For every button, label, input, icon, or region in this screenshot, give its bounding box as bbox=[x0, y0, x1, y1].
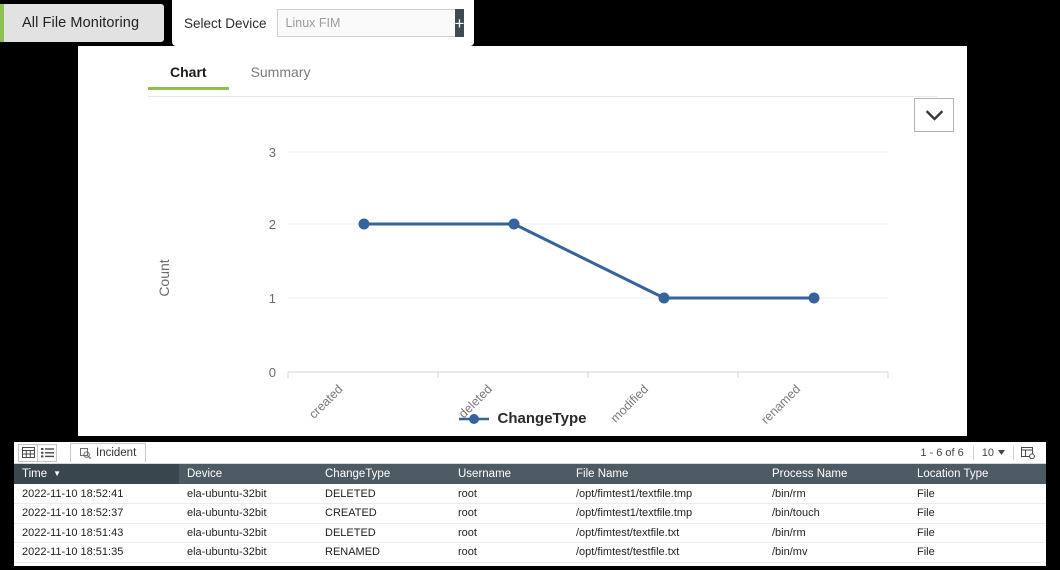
cell-filename: /opt/fimtest/textfile.txt bbox=[568, 523, 764, 543]
add-device-button[interactable]: + bbox=[455, 9, 465, 37]
chart-panel: Chart Summary Count bbox=[78, 46, 967, 436]
sort-desc-icon: ▼ bbox=[53, 469, 61, 478]
table-header-row: Time ▼ Device ChangeType Username File Na… bbox=[14, 464, 1046, 484]
cell-filename: /opt/fimtest1/textfile.tmp bbox=[568, 504, 764, 524]
chart-legend: ChangeType bbox=[78, 410, 967, 427]
device-selector-card: Select Device + bbox=[172, 0, 474, 46]
cell-processname: /bin/rm bbox=[764, 484, 909, 504]
incident-table: Time ▼ Device ChangeType Username File Na… bbox=[14, 464, 1046, 563]
cell-locationtype: File bbox=[909, 484, 1046, 504]
column-header-time[interactable]: Time ▼ bbox=[14, 464, 179, 484]
cell-device: ela-ubuntu-32bit bbox=[179, 504, 317, 524]
legend-label-changetype[interactable]: ChangeType bbox=[498, 410, 587, 427]
table-row[interactable]: 2022-11-10 18:51:43 ela-ubuntu-32bit DEL… bbox=[14, 523, 1046, 543]
legend-marker-icon bbox=[459, 413, 489, 425]
line-chart-svg: 3 2 1 0 bbox=[78, 92, 967, 392]
cell-device: ela-ubuntu-32bit bbox=[179, 484, 317, 504]
svg-text:1: 1 bbox=[269, 291, 276, 306]
cell-changetype: CREATED bbox=[317, 504, 450, 524]
results-grid: Incident 1 - 6 of 6 10 bbox=[14, 442, 1046, 566]
module-tab-accent bbox=[0, 4, 4, 42]
cell-time: 2022-11-10 18:51:35 bbox=[14, 543, 179, 563]
chart-series-line bbox=[364, 224, 814, 298]
cell-device: ela-ubuntu-32bit bbox=[179, 543, 317, 563]
cell-username: root bbox=[450, 504, 568, 524]
table-header: Time ▼ Device ChangeType Username File Na… bbox=[14, 464, 1046, 484]
column-header-time-label: Time bbox=[22, 468, 47, 480]
grid-tab-incident[interactable]: Incident bbox=[70, 443, 146, 462]
table-row[interactable]: 2022-11-10 18:51:35 ela-ubuntu-32bit REN… bbox=[14, 543, 1046, 563]
module-tab-all-file-monitoring[interactable]: All File Monitoring bbox=[0, 4, 164, 42]
svg-text:2: 2 bbox=[269, 217, 276, 232]
table-row[interactable]: 2022-11-10 18:52:37 ela-ubuntu-32bit CRE… bbox=[14, 504, 1046, 524]
column-header-username[interactable]: Username bbox=[450, 464, 568, 484]
column-header-device[interactable]: Device bbox=[179, 464, 317, 484]
record-count-label: 1 - 6 of 6 bbox=[911, 447, 972, 459]
cell-changetype: DELETED bbox=[317, 523, 450, 543]
select-device-label: Select Device bbox=[184, 16, 267, 31]
tab-summary[interactable]: Summary bbox=[229, 60, 333, 90]
cell-username: root bbox=[450, 523, 568, 543]
cell-time: 2022-11-10 18:51:43 bbox=[14, 523, 179, 543]
grid-view-button[interactable] bbox=[18, 444, 38, 462]
cell-locationtype: File bbox=[909, 543, 1046, 563]
cell-username: root bbox=[450, 484, 568, 504]
cell-changetype: RENAMED bbox=[317, 543, 450, 563]
cell-device: ela-ubuntu-32bit bbox=[179, 523, 317, 543]
module-tab-label: All File Monitoring bbox=[0, 15, 139, 31]
cell-processname: /bin/rm bbox=[764, 523, 909, 543]
column-header-changetype[interactable]: ChangeType bbox=[317, 464, 450, 484]
chart-y-axis-label: Count bbox=[156, 259, 172, 296]
svg-text:3: 3 bbox=[269, 145, 276, 160]
chart-y-tick-labels: 3 2 1 0 bbox=[269, 145, 276, 380]
chart-area: Count 3 2 1 bbox=[78, 92, 967, 436]
cell-filename: /opt/fimtest/testfile.txt bbox=[568, 543, 764, 563]
incident-search-icon bbox=[80, 448, 91, 459]
cell-processname: /bin/mv bbox=[764, 543, 909, 563]
caret-down-icon bbox=[998, 450, 1005, 455]
chart-axis bbox=[288, 372, 888, 378]
grid-toolbar: Incident 1 - 6 of 6 10 bbox=[14, 442, 1046, 464]
tab-chart[interactable]: Chart bbox=[148, 60, 229, 90]
plus-icon: + bbox=[455, 15, 465, 32]
grid-tab-incident-label: Incident bbox=[96, 447, 136, 459]
device-select-input[interactable] bbox=[277, 9, 455, 37]
grid-view-icon bbox=[22, 447, 35, 458]
cell-username: root bbox=[450, 543, 568, 563]
cell-time: 2022-11-10 18:52:41 bbox=[14, 484, 179, 504]
cell-changetype: DELETED bbox=[317, 484, 450, 504]
page-size-selector[interactable]: 10 bbox=[974, 447, 1013, 459]
cell-time: 2022-11-10 18:52:37 bbox=[14, 504, 179, 524]
table-row[interactable]: 2022-11-10 18:52:41 ela-ubuntu-32bit DEL… bbox=[14, 484, 1046, 504]
cell-processname: /bin/touch bbox=[764, 504, 909, 524]
table-body: 2022-11-10 18:52:41 ela-ubuntu-32bit DEL… bbox=[14, 484, 1046, 562]
app-root: All File Monitoring Select Device + Char… bbox=[0, 0, 1060, 570]
page-size-value: 10 bbox=[982, 447, 994, 459]
grid-toolbar-right: 1 - 6 of 6 10 bbox=[911, 446, 1042, 460]
svg-text:0: 0 bbox=[269, 365, 276, 380]
list-view-icon bbox=[41, 447, 54, 458]
column-header-filename[interactable]: File Name bbox=[568, 464, 764, 484]
list-view-button[interactable] bbox=[37, 444, 57, 462]
column-settings-button[interactable] bbox=[1014, 447, 1042, 459]
cell-locationtype: File bbox=[909, 523, 1046, 543]
panel-tabs: Chart Summary bbox=[148, 60, 332, 90]
column-header-processname[interactable]: Process Name bbox=[764, 464, 909, 484]
cell-filename: /opt/fimtest1/textfile.tmp bbox=[568, 484, 764, 504]
column-header-locationtype[interactable]: Location Type bbox=[909, 464, 1046, 484]
cell-locationtype: File bbox=[909, 504, 1046, 524]
column-settings-icon bbox=[1021, 447, 1035, 459]
